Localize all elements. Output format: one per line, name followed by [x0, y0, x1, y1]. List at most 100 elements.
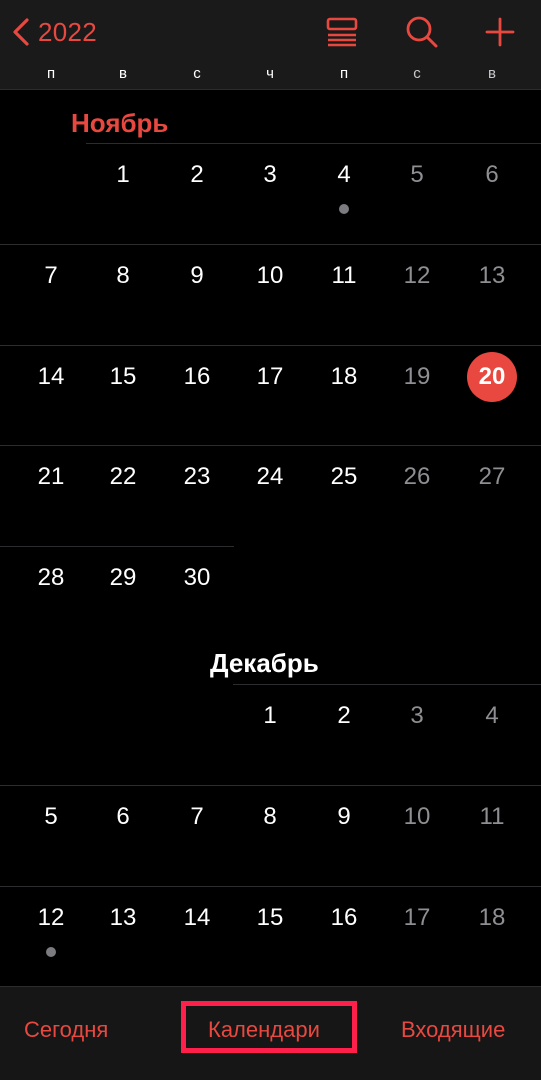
- date-number: 8: [116, 261, 130, 289]
- date-cell[interactable]: 18: [462, 896, 522, 940]
- weekday-header: пвсчпсв: [0, 60, 541, 90]
- date-cell[interactable]: 4: [462, 694, 522, 738]
- date-number: 15: [256, 903, 284, 931]
- week-separator: [0, 885, 541, 887]
- date-cell[interactable]: 4: [314, 153, 374, 197]
- plus-icon: [485, 17, 515, 47]
- date-number: 2: [190, 161, 204, 188]
- date-cell[interactable]: 29: [93, 556, 153, 600]
- date-number: 14: [183, 903, 211, 931]
- date-number: 1: [116, 161, 130, 188]
- date-number: 14: [37, 362, 65, 390]
- add-event-button[interactable]: [480, 12, 520, 52]
- week-separator: [0, 546, 234, 548]
- date-cell[interactable]: 8: [93, 254, 153, 298]
- date-cell[interactable]: 9: [314, 795, 374, 839]
- date-cell[interactable]: 13: [93, 896, 153, 940]
- tab-today[interactable]: Сегодня: [24, 1017, 108, 1043]
- date-cell[interactable]: 15: [240, 896, 300, 940]
- date-cell[interactable]: 5: [21, 795, 81, 839]
- date-number: 11: [331, 261, 357, 289]
- date-cell[interactable]: 7: [21, 254, 81, 298]
- date-cell[interactable]: 5: [387, 153, 447, 197]
- event-dot: [339, 204, 349, 214]
- today-date-cell[interactable]: 20: [462, 351, 522, 402]
- date-cell[interactable]: 6: [93, 795, 153, 839]
- date-cell[interactable]: 2: [167, 153, 227, 197]
- date-cell[interactable]: 9: [167, 254, 227, 298]
- date-cell[interactable]: 14: [167, 896, 227, 940]
- date-number: 9: [337, 802, 351, 830]
- tab-bar: Сегодня Календари Входящие: [0, 986, 541, 1080]
- date-number: 10: [256, 261, 284, 289]
- date-number: 22: [109, 463, 137, 491]
- date-cell[interactable]: 12: [387, 254, 447, 298]
- chevron-left-icon: [10, 17, 32, 47]
- back-to-year-button[interactable]: 2022: [10, 12, 97, 52]
- date-cell[interactable]: 14: [21, 355, 81, 399]
- date-number: 26: [403, 463, 431, 491]
- event-dot: [46, 946, 56, 957]
- weekday-label: в: [119, 65, 127, 82]
- date-number: 25: [330, 463, 358, 491]
- date-cell[interactable]: 26: [387, 455, 447, 499]
- date-cell[interactable]: 3: [240, 153, 300, 197]
- date-cell[interactable]: 15: [93, 355, 153, 399]
- date-cell[interactable]: 13: [462, 254, 522, 298]
- date-cell[interactable]: 11: [462, 795, 522, 839]
- date-number: 16: [183, 362, 211, 390]
- date-number: 30: [183, 564, 211, 592]
- date-number: 15: [109, 362, 137, 390]
- date-cell[interactable]: 30: [167, 556, 227, 600]
- month-title: Ноябрь: [71, 108, 169, 138]
- weekday-label: ч: [266, 65, 274, 82]
- date-cell[interactable]: 27: [462, 455, 522, 499]
- date-cell[interactable]: 6: [462, 153, 522, 197]
- date-cell[interactable]: 16: [167, 355, 227, 399]
- date-cell[interactable]: 7: [167, 795, 227, 839]
- date-cell[interactable]: 25: [314, 455, 374, 499]
- date-cell[interactable]: 23: [167, 455, 227, 499]
- date-cell[interactable]: 16: [314, 896, 374, 940]
- date-cell[interactable]: 18: [314, 355, 374, 399]
- date-cell[interactable]: 3: [387, 694, 447, 738]
- date-cell[interactable]: 10: [387, 795, 447, 839]
- date-cell[interactable]: 21: [21, 455, 81, 499]
- date-cell[interactable]: 1: [240, 694, 300, 738]
- date-number: 3: [410, 702, 424, 729]
- date-number: 17: [256, 362, 284, 390]
- weekday-label: с: [413, 65, 421, 82]
- date-cell[interactable]: 8: [240, 795, 300, 839]
- date-cell[interactable]: 19: [387, 355, 447, 399]
- date-number: 21: [37, 463, 65, 491]
- week-separator: [0, 344, 541, 346]
- list-view-icon: [326, 17, 358, 47]
- list-view-button[interactable]: [322, 12, 362, 52]
- date-number: 19: [403, 362, 431, 390]
- date-number: 16: [330, 903, 358, 931]
- date-cell[interactable]: 1: [93, 153, 153, 197]
- tab-inbox[interactable]: Входящие: [401, 1017, 505, 1043]
- tab-calendars[interactable]: Календари: [208, 1017, 320, 1043]
- date-number: 6: [116, 802, 130, 830]
- date-number: 27: [478, 463, 506, 491]
- date-cell[interactable]: 17: [240, 355, 300, 399]
- date-cell[interactable]: 24: [240, 455, 300, 499]
- date-cell[interactable]: 28: [21, 556, 81, 600]
- year-label: 2022: [38, 16, 98, 47]
- date-number: 7: [190, 802, 204, 830]
- search-icon: [405, 15, 439, 49]
- search-button[interactable]: [402, 12, 442, 52]
- date-number: 28: [37, 564, 65, 592]
- date-number: 18: [330, 362, 358, 390]
- month-title: Декабрь: [210, 648, 319, 678]
- navigation-bar: 2022: [0, 0, 541, 60]
- date-cell[interactable]: 22: [93, 455, 153, 499]
- date-cell[interactable]: 12: [21, 896, 81, 940]
- date-number: 9: [190, 261, 204, 289]
- date-cell[interactable]: 11: [314, 254, 374, 298]
- date-cell[interactable]: 2: [314, 694, 374, 738]
- date-number: 1: [263, 702, 277, 729]
- date-cell[interactable]: 17: [387, 896, 447, 940]
- date-cell[interactable]: 10: [240, 254, 300, 298]
